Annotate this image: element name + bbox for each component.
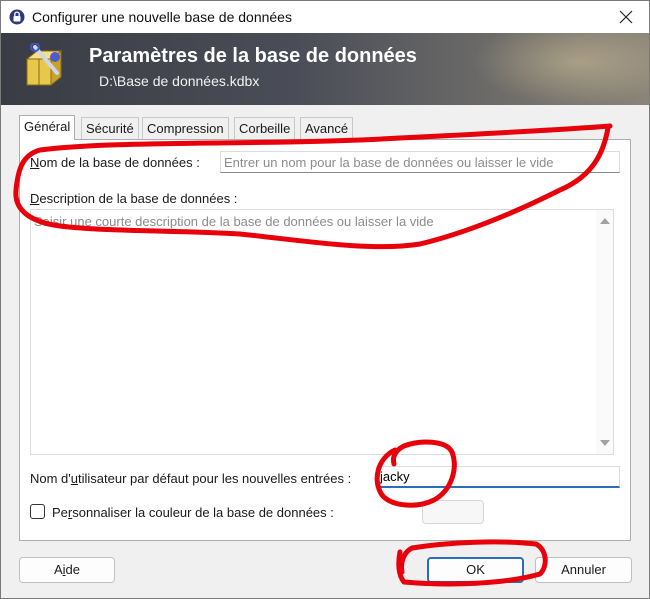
tab-general[interactable]: Général	[19, 115, 76, 140]
tab-security[interactable]: Sécurité	[81, 117, 139, 139]
banner-title: Paramètres de la base de données	[89, 45, 417, 67]
ok-button[interactable]: OK	[427, 557, 524, 583]
custom-color-checkbox[interactable]	[30, 504, 45, 519]
close-button[interactable]	[603, 1, 649, 33]
database-settings-icon	[25, 43, 63, 87]
db-name-label: Nom de la base de données :	[30, 155, 200, 170]
custom-color-label: Personnaliser la couleur de la base de d…	[52, 505, 334, 520]
description-textarea[interactable]	[31, 210, 596, 454]
tab-recycle-bin[interactable]: Corbeille	[234, 117, 296, 139]
database-path: D:\Base de données.kdbx	[99, 73, 260, 89]
color-picker-button[interactable]	[422, 500, 484, 524]
description-scrollbar[interactable]	[596, 210, 613, 454]
description-label: Description de la base de données :	[30, 191, 238, 206]
help-button[interactable]: Aide	[19, 557, 115, 583]
tab-compression[interactable]: Compression	[142, 117, 229, 139]
header-banner: Paramètres de la base de données D:\Base…	[1, 33, 649, 105]
banner-decoration	[471, 33, 649, 105]
close-icon	[619, 10, 633, 24]
window-title: Configurer une nouvelle base de données	[32, 9, 292, 25]
scroll-up-icon[interactable]	[600, 218, 610, 224]
default-user-input[interactable]	[376, 466, 620, 488]
dialog-window: Configurer une nouvelle base de données …	[0, 0, 650, 599]
db-name-input[interactable]	[220, 151, 620, 173]
scroll-down-icon[interactable]	[600, 440, 610, 446]
cancel-button[interactable]: Annuler	[535, 557, 632, 583]
tab-advanced[interactable]: Avancé	[300, 117, 354, 139]
description-field	[30, 209, 614, 455]
title-bar: Configurer une nouvelle base de données	[1, 1, 649, 33]
default-user-label: Nom d'utilisateur par défaut pour les no…	[30, 471, 352, 486]
lock-icon	[9, 9, 25, 25]
